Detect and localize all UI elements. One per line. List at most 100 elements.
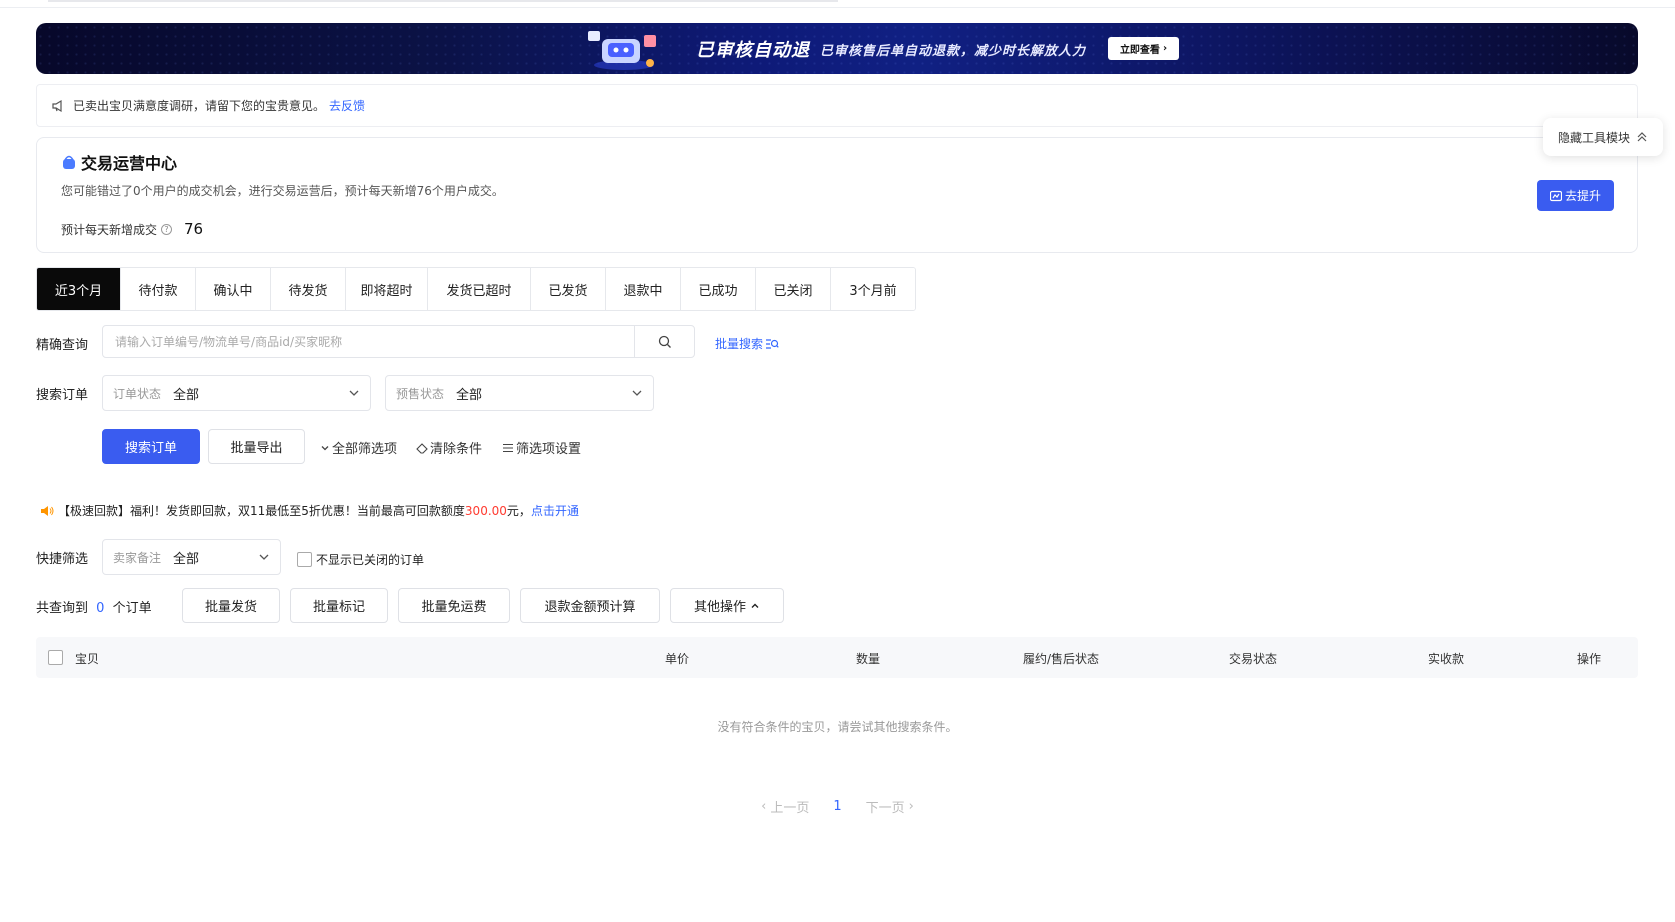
- trade-ops-card: 交易运营中心 您可能错过了0个用户的成交机会，进行交易运营后，预计每天新增76个…: [36, 137, 1638, 253]
- robot-illustration-icon: [588, 31, 656, 70]
- search-submit-button[interactable]: [634, 326, 694, 357]
- hide-closed-label: 不显示已关闭的订单: [316, 553, 425, 567]
- menu-icon: [503, 443, 513, 452]
- prev-page-button[interactable]: ‹ 上一页: [761, 797, 809, 816]
- tab-about-to-timeout[interactable]: 即将超时: [346, 268, 428, 310]
- promo-amount: 300.00: [464, 504, 507, 518]
- chevron-double-up-icon: [1637, 132, 1647, 142]
- next-page-label: 下一页: [865, 801, 905, 816]
- quick-filter-label: 快捷筛选: [36, 552, 89, 567]
- tab-older-than-3-months[interactable]: 3个月前: [831, 268, 915, 310]
- tab-pending-payment[interactable]: 待付款: [121, 268, 196, 310]
- other-actions-button[interactable]: 其他操作: [670, 588, 784, 623]
- pagination: ‹ 上一页 1 下一页 ›: [0, 797, 1675, 816]
- banner-view-button[interactable]: 立即查看 ›: [1108, 37, 1179, 60]
- select-all-checkbox[interactable]: [48, 650, 63, 665]
- banner-view-label: 立即查看: [1119, 45, 1160, 56]
- megaphone-icon: [52, 99, 62, 112]
- presale-status-select[interactable]: 预售状态 全部: [385, 375, 654, 411]
- tab-confirming[interactable]: 确认中: [196, 268, 271, 310]
- ops-description: 您可能错过了0个用户的成交机会，进行交易运营后，预计每天新增76个用户成交。: [61, 184, 504, 198]
- banner-title: 已审核自动退: [696, 40, 810, 61]
- survey-notice: 已卖出宝贝满意度调研，请留下您的宝贵意见。 去反馈: [36, 84, 1638, 127]
- tab-to-ship[interactable]: 待发货: [271, 268, 346, 310]
- result-count: 共查询到 0 个订单: [36, 597, 152, 616]
- help-icon[interactable]: ?: [161, 223, 173, 235]
- batch-search-link[interactable]: 批量搜索: [715, 335, 779, 352]
- prev-page-label: 上一页: [770, 801, 810, 816]
- hide-closed-checkbox[interactable]: [297, 552, 312, 567]
- tab-succeeded[interactable]: 已成功: [681, 268, 756, 310]
- chevron-right-icon: ›: [1162, 43, 1168, 54]
- clear-conditions-label: 清除条件: [430, 442, 483, 457]
- improve-label: 去提升: [1564, 189, 1601, 203]
- notice-text: 已卖出宝贝满意度调研，请留下您的宝贵意见。: [73, 99, 326, 113]
- search-icon: [658, 335, 671, 348]
- batch-export-button[interactable]: 批量导出: [208, 429, 305, 464]
- order-table-header: 宝贝 单价 数量 履约/售后状态 交易状态 实收款 操作: [36, 637, 1638, 678]
- batch-free-shipping-button[interactable]: 批量免运费: [398, 588, 510, 623]
- current-page[interactable]: 1: [833, 799, 841, 814]
- list-search-icon: [766, 338, 779, 349]
- all-filters-label: 全部筛选项: [332, 442, 398, 457]
- tab-refunding[interactable]: 退款中: [606, 268, 681, 310]
- feedback-link[interactable]: 去反馈: [329, 97, 365, 114]
- presale-status-value: 全部: [456, 387, 483, 403]
- activate-link[interactable]: 点击开通: [531, 504, 579, 518]
- chevron-down-icon: [321, 445, 329, 450]
- refund-precalc-button[interactable]: 退款金额预计算: [520, 588, 660, 623]
- top-divider: [48, 0, 838, 2]
- batch-mark-button[interactable]: 批量标记: [290, 588, 388, 623]
- result-suffix: 个订单: [112, 601, 152, 616]
- banner-subtitle: 已审核售后单自动退款，减少时长解放人力: [820, 44, 1087, 59]
- order-status-tabs: 近3个月 待付款 确认中 待发货 即将超时 发货已超时 已发货 退款中 已成功 …: [36, 267, 916, 311]
- promo-banner[interactable]: 已审核自动退 已审核售后单自动退款，减少时长解放人力 立即查看 ›: [36, 23, 1638, 74]
- tab-last-3-months[interactable]: 近3个月: [37, 268, 121, 310]
- col-actions: 操作: [1577, 652, 1602, 666]
- exact-search-label: 精确查询: [36, 338, 89, 353]
- col-quantity: 数量: [856, 652, 881, 666]
- order-filter-label: 搜索订单: [36, 388, 89, 403]
- empty-state: 没有符合条件的宝贝，请尝试其他搜索条件。: [717, 720, 958, 734]
- batch-search-label: 批量搜索: [715, 337, 764, 351]
- presale-status-key: 预售状态: [396, 386, 445, 401]
- chevron-down-icon: [632, 390, 642, 396]
- fast-payment-promo: 【极速回款】福利！发货即回款，双11最低至5折优惠！当前最高可回款额度300.0…: [40, 502, 579, 519]
- col-received: 实收款: [1428, 652, 1465, 666]
- tab-shipped[interactable]: 已发货: [531, 268, 606, 310]
- order-status-select[interactable]: 订单状态 全部: [102, 375, 371, 411]
- search-input[interactable]: [103, 326, 634, 357]
- all-filters-toggle[interactable]: 全部筛选项: [320, 438, 397, 457]
- tab-closed[interactable]: 已关闭: [756, 268, 831, 310]
- col-unit-price: 单价: [665, 652, 690, 666]
- search-orders-button[interactable]: 搜索订单: [102, 429, 200, 464]
- chart-icon: [1549, 190, 1562, 201]
- chevron-right-icon: ›: [908, 799, 914, 814]
- hide-tools-button[interactable]: 隐藏工具模块: [1543, 118, 1663, 156]
- promo-text: 【极速回款】福利！发货即回款，双11最低至5折优惠！当前最高可回款额度: [58, 504, 465, 518]
- seller-remark-value: 全部: [173, 551, 200, 567]
- result-count-value: 0: [96, 601, 105, 616]
- col-item: 宝贝: [75, 652, 100, 666]
- speaker-icon: [41, 505, 54, 516]
- result-prefix: 共查询到: [36, 601, 89, 616]
- chevron-down-icon: [259, 554, 269, 560]
- filter-settings-button[interactable]: 筛选项设置: [502, 438, 581, 457]
- seller-remark-key: 卖家备注: [113, 550, 162, 565]
- ops-kpi: 预计每天新增成交 ? 76: [61, 220, 203, 238]
- batch-ship-button[interactable]: 批量发货: [182, 588, 280, 623]
- filter-settings-label: 筛选项设置: [516, 442, 582, 457]
- tab-ship-timeout[interactable]: 发货已超时: [428, 268, 531, 310]
- top-border: [0, 7, 1675, 8]
- kpi-value: 76: [184, 220, 204, 238]
- next-page-button[interactable]: 下一页 ›: [866, 797, 914, 816]
- kpi-label: 预计每天新增成交: [61, 222, 158, 237]
- order-status-value: 全部: [173, 387, 200, 403]
- order-status-key: 订单状态: [113, 386, 162, 401]
- clear-conditions-button[interactable]: 清除条件: [416, 438, 482, 457]
- chevron-down-icon: [349, 390, 359, 396]
- exact-search-box: [102, 325, 695, 358]
- seller-remark-select[interactable]: 卖家备注 全部: [102, 539, 281, 575]
- improve-button[interactable]: 去提升: [1537, 180, 1614, 211]
- hide-closed-option[interactable]: 不显示已关闭的订单: [297, 551, 424, 568]
